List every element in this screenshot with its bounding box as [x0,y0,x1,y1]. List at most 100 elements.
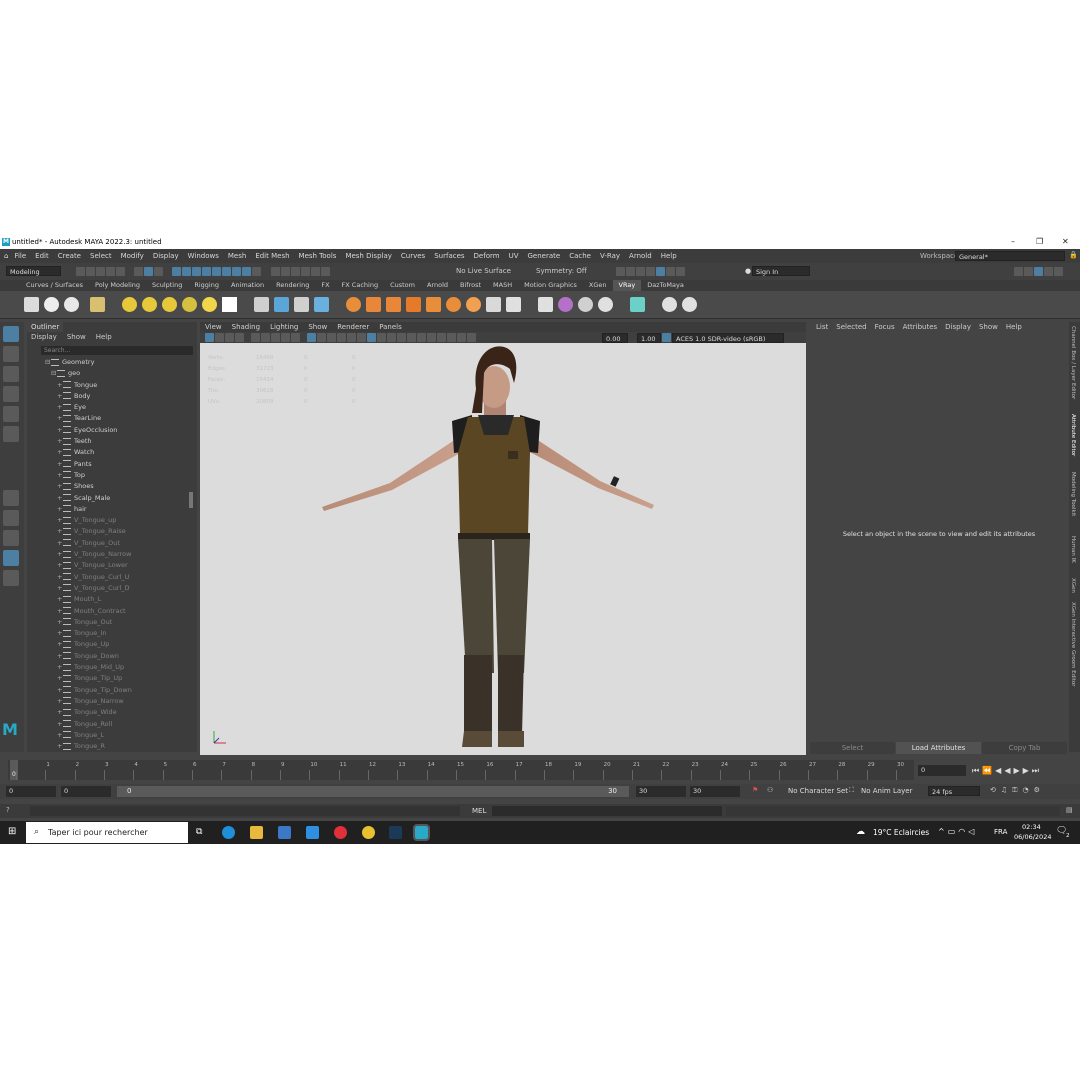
volume-icon[interactable]: ◁ [968,827,977,836]
vray-material-icon[interactable] [346,297,361,312]
wireframe-on-shaded-icon[interactable] [337,333,347,342]
outliner-item[interactable]: + Pants [45,459,193,470]
outliner-item[interactable]: + EyeOcclusion [45,425,193,436]
curve-tool-icon[interactable] [320,267,330,276]
layout-d-icon[interactable] [1044,267,1053,276]
file-explorer-icon[interactable] [250,826,263,839]
menu-item[interactable]: Edit Mesh [255,252,289,260]
hypershade-icon[interactable] [656,267,665,276]
battery-icon[interactable]: ▭ [948,827,959,836]
outliner-item[interactable]: + V_Tongue_Curl_D [45,583,193,594]
select-object-icon[interactable] [144,267,154,276]
side-tab[interactable]: Human IK [1070,536,1076,563]
menu-item[interactable]: Arnold [629,252,652,260]
menu-item[interactable]: Display [153,252,179,260]
redo-icon[interactable] [116,267,125,276]
edge-icon[interactable] [222,826,235,839]
outliner-menu-item[interactable]: Display [31,333,57,341]
maya-taskbar-icon[interactable] [413,824,430,841]
photoshop-icon[interactable] [389,826,402,839]
outliner-item[interactable]: + Mouth_L [45,594,193,605]
character-set-icon[interactable]: ⚇ [767,786,773,794]
vray-scene-icon[interactable] [274,297,289,312]
exposure-icon[interactable] [467,333,477,342]
snap-extra-icon[interactable] [242,267,252,276]
vray-sun-icon[interactable] [202,297,217,312]
outliner-item[interactable]: + Tongue_Down [45,651,193,662]
vray-grid-icon[interactable] [426,297,441,312]
vray-plane-icon[interactable] [222,297,237,312]
menu-item[interactable]: Edit [35,252,49,260]
shelf-tab[interactable]: Custom [384,280,421,291]
vray-dirt-icon[interactable] [406,297,421,312]
menu-item[interactable]: Mesh [228,252,246,260]
shelf-tab[interactable]: Rendering [270,280,315,291]
vray-help-icon[interactable] [662,297,677,312]
sign-in-select[interactable]: Sign In [752,266,810,276]
construction-icon[interactable] [300,267,310,276]
anim-layer-label[interactable]: No Anim Layer [861,787,912,795]
vray-vfb-icon[interactable] [598,297,613,312]
taskbar-search-input[interactable]: Taper ici pour rechercher [26,822,188,843]
outliner-item[interactable]: + Shoes [45,481,193,492]
color-space-select[interactable]: ACES 1.0 SDR-video (sRGB) [672,333,784,343]
attribute-menu-item[interactable]: Focus [875,323,895,331]
outliner-menu-item[interactable]: Help [96,333,112,341]
ipr-render-icon[interactable] [636,267,645,276]
menu-item[interactable]: Deform [474,252,500,260]
outliner-item[interactable]: + Eye [45,402,193,413]
search-icon[interactable] [3,570,19,586]
outliner-item[interactable]: + V_Tongue_Lower [45,560,193,571]
single-perspective-icon[interactable] [3,490,19,506]
viewport-menu-item[interactable]: Show [308,322,327,332]
render-seq-icon[interactable] [626,267,635,276]
shelf-tab[interactable]: Poly Modeling [89,280,146,291]
pause-icon[interactable] [676,267,685,276]
menu-item[interactable]: Generate [528,252,561,260]
mode-select[interactable]: Modeling [6,266,61,276]
shelf-tab[interactable]: Curves / Surfaces [20,280,89,291]
lasso-tool-icon[interactable] [3,346,19,362]
render-view-icon[interactable] [666,267,675,276]
layout-e-icon[interactable] [1054,267,1063,276]
layout-a-icon[interactable] [1014,267,1023,276]
viewport-menu-item[interactable]: Renderer [337,322,369,332]
restore-icon[interactable]: ❐ [1036,237,1043,246]
anim-prefs-icon[interactable]: ⚙ [1034,786,1045,794]
task-view-icon[interactable]: ⧉ [196,827,202,837]
viewport-menu-item[interactable]: View [205,322,222,332]
camera-select-icon[interactable] [205,333,214,342]
help-icon[interactable]: ? [6,806,10,814]
shelf-tab[interactable]: Arnold [421,280,454,291]
vray-gear-icon[interactable] [506,297,521,312]
attribute-menu-item[interactable]: Help [1006,323,1022,331]
mail-icon[interactable] [306,826,319,839]
new-scene-icon[interactable] [76,267,85,276]
outliner-item[interactable]: + Tongue_Tip_Down [45,685,193,696]
step-back-icon[interactable]: ◀ [995,766,1004,775]
vray-mesh-light-icon[interactable] [182,297,197,312]
vray-blend-icon[interactable] [366,297,381,312]
select-hierarchy-icon[interactable] [134,267,144,276]
menu-item[interactable]: File [14,252,26,260]
vray-export-icon[interactable] [630,297,645,312]
shelf-tab[interactable]: VRay [612,280,642,291]
outliner-item[interactable]: + Tongue_R [45,741,193,752]
outliner-item[interactable]: + Tongue_Up [45,639,193,650]
exposure-field[interactable]: 0.00 [602,333,628,343]
outliner-item[interactable]: + Body [45,391,193,402]
outliner-item[interactable]: + V_Tongue_Curl_U [45,572,193,583]
menu-item[interactable]: Surfaces [434,252,464,260]
workspace-select[interactable]: General* [955,251,1065,261]
default-material-icon[interactable] [327,333,337,342]
lock-icon[interactable]: 🔒 [1069,251,1078,259]
shelf-tab[interactable]: DazToMaya [641,280,690,291]
viewport-menu-item[interactable]: Shading [232,322,260,332]
undo-icon[interactable] [106,267,115,276]
field-chart-icon[interactable] [291,333,301,342]
camera-attr-icon[interactable] [215,333,224,342]
language-indicator[interactable]: FRA [994,828,1007,836]
snap-surface-icon[interactable] [212,267,222,276]
menu-item[interactable]: Create [58,252,81,260]
minimize-icon[interactable]: – [1011,237,1015,246]
